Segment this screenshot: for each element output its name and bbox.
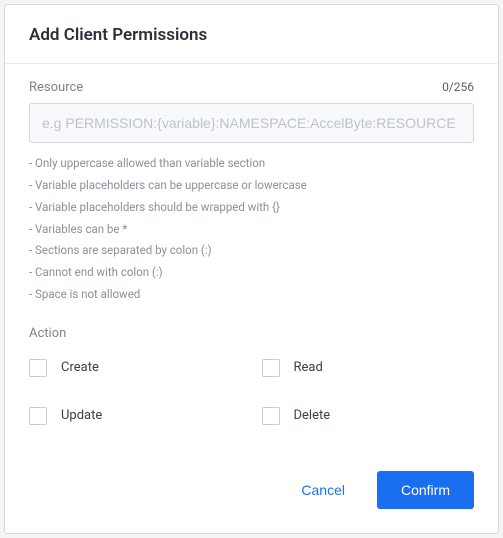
create-checkbox[interactable] (29, 359, 47, 377)
cancel-button[interactable]: Cancel (289, 472, 357, 508)
checkbox-item-delete: Delete (262, 407, 475, 425)
checkbox-item-update: Update (29, 407, 242, 425)
add-client-permissions-modal: Add Client Permissions Resource 0/256 - … (4, 4, 499, 534)
delete-checkbox[interactable] (262, 407, 280, 425)
update-checkbox[interactable] (29, 407, 47, 425)
resource-input[interactable] (29, 103, 474, 143)
hint-item: - Only uppercase allowed than variable s… (29, 153, 474, 175)
hint-item: - Variable placeholders should be wrappe… (29, 197, 474, 219)
action-label: Action (29, 326, 474, 341)
checkbox-label: Create (61, 360, 99, 375)
hint-item: - Sections are separated by colon (:) (29, 240, 474, 262)
checkbox-item-read: Read (262, 359, 475, 377)
modal-body: Resource 0/256 - Only uppercase allowed … (5, 64, 498, 465)
checkbox-label: Update (61, 408, 102, 423)
resource-char-count: 0/256 (442, 80, 474, 94)
hint-item: - Cannot end with colon (:) (29, 262, 474, 284)
modal-title: Add Client Permissions (29, 25, 474, 45)
modal-footer: Cancel Confirm (5, 465, 498, 533)
hint-item: - Variables can be * (29, 219, 474, 241)
hint-item: - Variable placeholders can be uppercase… (29, 175, 474, 197)
resource-hints: - Only uppercase allowed than variable s… (29, 153, 474, 306)
checkbox-item-create: Create (29, 359, 242, 377)
read-checkbox[interactable] (262, 359, 280, 377)
checkbox-label: Delete (294, 408, 331, 423)
action-checkbox-grid: Create Read Update Delete (29, 359, 474, 425)
resource-field-row: Resource 0/256 (29, 80, 474, 95)
modal-header: Add Client Permissions (5, 5, 498, 64)
resource-label: Resource (29, 80, 83, 95)
confirm-button[interactable]: Confirm (377, 471, 474, 509)
checkbox-label: Read (294, 360, 323, 375)
hint-item: - Space is not allowed (29, 284, 474, 306)
